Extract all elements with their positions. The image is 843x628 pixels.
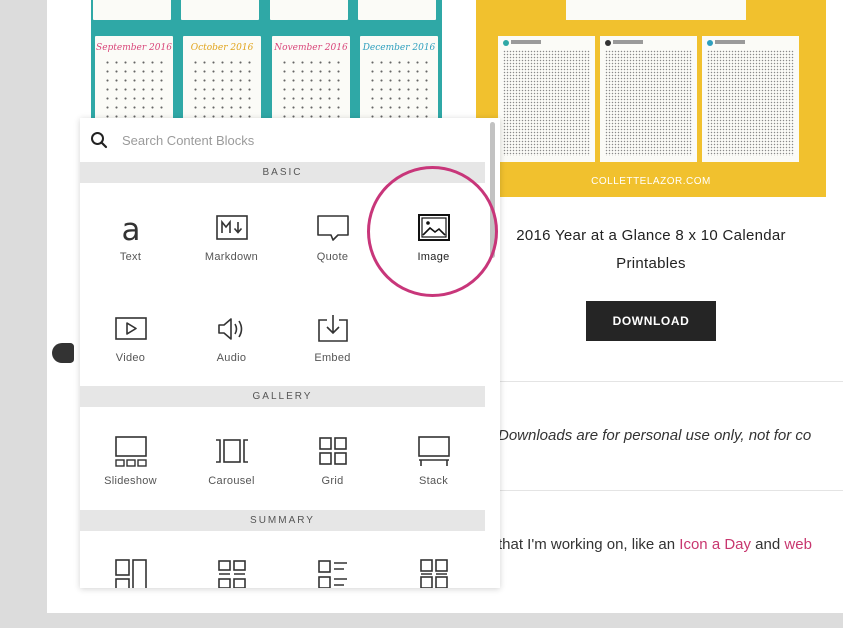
quote-icon (316, 211, 350, 245)
divider (485, 381, 843, 382)
calendar-page (702, 36, 799, 162)
calendar-month-label: September 2016 (96, 43, 172, 53)
summary-wall-icon (114, 558, 148, 588)
block-summary-wall[interactable] (80, 558, 181, 588)
block-summary-list[interactable] (282, 558, 383, 588)
calendar-page (600, 36, 697, 162)
svg-text:a: a (122, 212, 141, 245)
web-link[interactable]: web (784, 536, 812, 553)
usage-notice: Downloads are for personal use only, not… (498, 427, 812, 444)
calendar-dates (503, 50, 590, 156)
paragraph-text: and (751, 536, 785, 553)
video-icon (114, 312, 148, 346)
audio-icon (215, 312, 249, 346)
calendar-dates (103, 58, 165, 118)
brand-mark (715, 40, 745, 44)
block-label: Grid (321, 475, 344, 487)
block-label: Markdown (204, 251, 259, 263)
summary-list-icon (316, 558, 350, 588)
yellow-calendar-image: COLLETTELAZOR.COM (476, 0, 826, 197)
block-markdown[interactable]: Markdown (181, 211, 282, 301)
calendar-dates (707, 50, 794, 156)
block-label: Embed (314, 352, 351, 364)
calendar-card (93, 0, 171, 20)
block-label: Stack (418, 475, 448, 487)
calendar-month-label: December 2016 (362, 43, 436, 53)
search-input[interactable] (122, 130, 462, 150)
insert-point-handle[interactable] (52, 343, 74, 363)
highlight-circle (367, 166, 498, 297)
divider (485, 490, 843, 491)
calendar-dates (368, 58, 430, 118)
section-header-gallery: GALLERY (80, 386, 485, 407)
block-label: Slideshow (104, 475, 157, 487)
stack-icon (417, 435, 451, 469)
slideshow-icon (114, 435, 148, 469)
image-caption: COLLETTELAZOR.COM (591, 176, 711, 187)
article-title: 2016 Year at a Glance 8 x 10 Calendar Pr… (516, 227, 786, 272)
summary-grid-icon (215, 558, 249, 588)
calendar-dates (605, 50, 692, 156)
block-label: Audio (216, 352, 247, 364)
brand-dot (503, 40, 509, 46)
calendar-month-label: November 2016 (274, 43, 348, 53)
embed-icon (316, 312, 350, 346)
block-label: Carousel (208, 475, 255, 487)
brand-dot (707, 40, 713, 46)
block-summary-grid[interactable] (181, 558, 282, 588)
brand-mark (613, 40, 643, 44)
block-summary-carousel[interactable] (383, 558, 484, 588)
brand-dot (605, 40, 611, 46)
calendar-card (358, 0, 436, 20)
calendar-month-label: October 2016 (190, 43, 254, 53)
download-button[interactable]: DOWNLOAD (586, 301, 716, 341)
block-text[interactable]: a Text (80, 211, 181, 301)
block-label: Quote (316, 251, 349, 263)
paragraph-text: that I'm working on, like an (498, 536, 680, 553)
section-header-summary: SUMMARY (80, 510, 485, 531)
search-bar (80, 118, 485, 162)
search-icon (90, 131, 108, 154)
block-label: Video (115, 352, 146, 364)
calendar-page (498, 36, 595, 162)
brand-mark (511, 40, 541, 44)
block-label: Text (119, 251, 142, 263)
grid-icon (316, 435, 350, 469)
calendar-dates (191, 58, 253, 118)
calendar-dates (280, 58, 342, 118)
markdown-icon (215, 211, 249, 245)
text-icon: a (114, 211, 148, 245)
carousel-icon (215, 435, 249, 469)
body-paragraph: that I'm working on, like an Icon a Day … (498, 536, 812, 553)
summary-carousel-icon (417, 558, 451, 588)
icon-a-day-link[interactable]: Icon a Day (679, 536, 751, 553)
calendar-card (270, 0, 348, 20)
calendar-card (181, 0, 259, 20)
calendar-card (566, 0, 746, 20)
